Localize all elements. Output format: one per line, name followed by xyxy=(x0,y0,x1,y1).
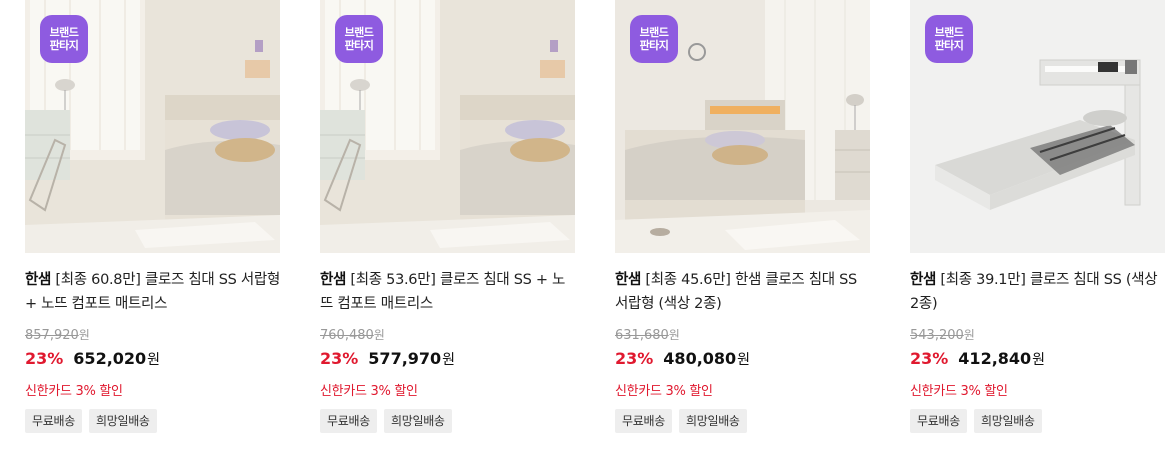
tag-free-shipping: 무료배송 xyxy=(615,409,672,433)
discount-rate: 23% xyxy=(320,349,359,368)
tag-free-shipping: 무료배송 xyxy=(910,409,967,433)
tag-free-shipping: 무료배송 xyxy=(320,409,377,433)
brand-fantasy-badge: 브랜드 판타지 xyxy=(40,15,88,63)
original-price: 760,480원 xyxy=(320,326,385,343)
product-image[interactable]: 브랜드 판타지 xyxy=(910,0,1165,253)
brand-name: 한샘 xyxy=(320,272,347,288)
card-promo: 신한카드 3% 할인 xyxy=(910,384,1008,399)
product-image[interactable]: 브랜드 판타지 xyxy=(320,0,575,253)
brand-name: 한샘 xyxy=(615,272,642,288)
original-price: 631,680원 xyxy=(615,326,680,343)
sale-price-unit: 원 xyxy=(1032,352,1046,368)
original-price-value: 543,200 xyxy=(910,328,964,343)
brand-fantasy-badge: 브랜드 판타지 xyxy=(630,15,678,63)
badge-line-2: 판타지 xyxy=(934,39,964,52)
sale-price-unit: 원 xyxy=(442,352,456,368)
product-card[interactable]: 브랜드 판타지 한샘 [최종 45.6만] 한샘 클로즈 침대 SS 서랍형 (… xyxy=(615,0,870,454)
badge-line-1: 브랜드 xyxy=(639,26,669,39)
original-price-unit: 원 xyxy=(963,328,975,342)
brand-name: 한샘 xyxy=(25,272,52,288)
sale-price: 23% 577,970 원 xyxy=(320,349,455,369)
product-card[interactable]: 브랜드 판타지 한샘 [최종 39.1만] 클로즈 침대 SS (색상 2종) … xyxy=(910,0,1165,454)
badge-line-2: 판타지 xyxy=(49,39,79,52)
tag-list: 무료배송 희망일배송 xyxy=(615,409,747,433)
brand-name: 한샘 xyxy=(910,272,937,288)
badge-line-2: 판타지 xyxy=(639,39,669,52)
original-price: 857,920원 xyxy=(25,326,90,343)
product-image[interactable]: 브랜드 판타지 xyxy=(25,0,280,253)
product-title[interactable]: 한샘 [최종 53.6만] 클로즈 침대 SS + 노뜨 컴포트 매트리스 xyxy=(320,268,575,316)
sale-price: 23% 412,840 원 xyxy=(910,349,1045,369)
product-name: [최종 60.8만] 클로즈 침대 SS 서랍형 + 노뜨 컴포트 매트리스 xyxy=(25,272,280,312)
tag-scheduled-delivery: 희망일배송 xyxy=(88,409,157,433)
original-price-unit: 원 xyxy=(373,328,385,342)
sale-price: 23% 652,020 원 xyxy=(25,349,160,369)
original-price-value: 760,480 xyxy=(320,328,374,343)
brand-fantasy-badge: 브랜드 판타지 xyxy=(925,15,973,63)
sale-price-value: 577,970 xyxy=(368,349,442,368)
tag-free-shipping: 무료배송 xyxy=(25,409,82,433)
tag-scheduled-delivery: 희망일배송 xyxy=(973,409,1042,433)
sale-price-value: 652,020 xyxy=(73,349,147,368)
tag-list: 무료배송 희망일배송 xyxy=(320,409,452,433)
product-name: [최종 53.6만] 클로즈 침대 SS + 노뜨 컴포트 매트리스 xyxy=(320,272,566,312)
product-image[interactable]: 브랜드 판타지 xyxy=(615,0,870,253)
badge-line-1: 브랜드 xyxy=(344,26,374,39)
product-name: [최종 39.1만] 클로즈 침대 SS (색상 2종) xyxy=(910,272,1158,312)
tag-scheduled-delivery: 희망일배송 xyxy=(678,409,747,433)
card-promo: 신한카드 3% 할인 xyxy=(25,384,123,399)
original-price-value: 631,680 xyxy=(615,328,669,343)
discount-rate: 23% xyxy=(615,349,654,368)
original-price-value: 857,920 xyxy=(25,328,79,343)
discount-rate: 23% xyxy=(25,349,64,368)
product-title[interactable]: 한샘 [최종 45.6만] 한샘 클로즈 침대 SS 서랍형 (색상 2종) xyxy=(615,268,870,316)
badge-line-2: 판타지 xyxy=(344,39,374,52)
product-card[interactable]: 브랜드 판타지 한샘 [최종 53.6만] 클로즈 침대 SS + 노뜨 컴포트… xyxy=(320,0,575,454)
product-name: [최종 45.6만] 한샘 클로즈 침대 SS 서랍형 (색상 2종) xyxy=(615,272,857,312)
discount-rate: 23% xyxy=(910,349,949,368)
sale-price-unit: 원 xyxy=(147,352,161,368)
original-price: 543,200원 xyxy=(910,326,975,343)
card-promo: 신한카드 3% 할인 xyxy=(615,384,713,399)
sale-price: 23% 480,080 원 xyxy=(615,349,750,369)
card-promo: 신한카드 3% 할인 xyxy=(320,384,418,399)
tag-list: 무료배송 희망일배송 xyxy=(25,409,157,433)
product-title[interactable]: 한샘 [최종 39.1만] 클로즈 침대 SS (색상 2종) xyxy=(910,268,1165,316)
original-price-unit: 원 xyxy=(78,328,90,342)
badge-line-1: 브랜드 xyxy=(49,26,79,39)
product-card[interactable]: 브랜드 판타지 한샘 [최종 60.8만] 클로즈 침대 SS 서랍형 + 노뜨… xyxy=(25,0,280,454)
sale-price-value: 412,840 xyxy=(958,349,1032,368)
sale-price-unit: 원 xyxy=(737,352,751,368)
tag-list: 무료배송 희망일배송 xyxy=(910,409,1042,433)
product-title[interactable]: 한샘 [최종 60.8만] 클로즈 침대 SS 서랍형 + 노뜨 컴포트 매트리… xyxy=(25,268,280,316)
tag-scheduled-delivery: 희망일배송 xyxy=(383,409,452,433)
sale-price-value: 480,080 xyxy=(663,349,737,368)
original-price-unit: 원 xyxy=(668,328,680,342)
brand-fantasy-badge: 브랜드 판타지 xyxy=(335,15,383,63)
badge-line-1: 브랜드 xyxy=(934,26,964,39)
